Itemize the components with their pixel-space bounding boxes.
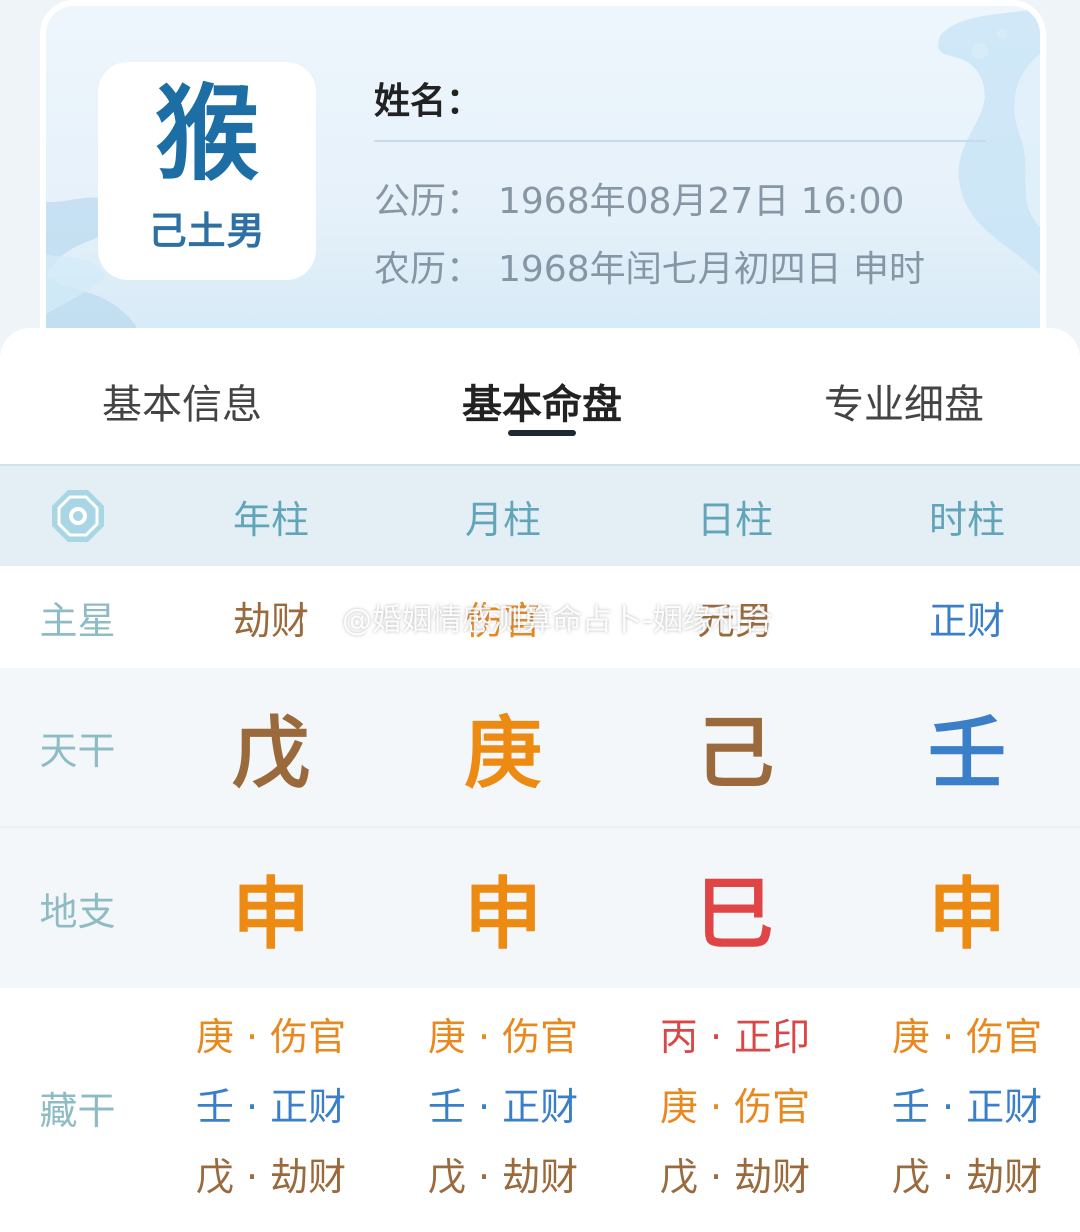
pillar-header-row: 年柱 月柱 日柱 时柱 (0, 464, 1080, 566)
hidden-stem-item: 壬 · 正财 (195, 1085, 347, 1129)
hidden-stems-month: 庚 · 伤官 壬 · 正财 戊 · 劫财 (428, 1017, 578, 1197)
hidden-stem-item: 丙 · 正印 (659, 1015, 811, 1059)
profile-info: 姓名： 公历： 1968年08月27日 16:00 农历： 1968年闰七月初四… (374, 72, 986, 300)
heavenly-stem-row: 天干 戊 庚 己 壬 (0, 668, 1080, 828)
hidden-stems-hour: 庚 · 伤官 壬 · 正财 戊 · 劫财 (892, 1017, 1042, 1197)
hidden-stems-day: 丙 · 正印 庚 · 伤官 戊 · 劫财 (660, 1017, 810, 1197)
solar-date-row: 公历： 1968年08月27日 16:00 (374, 164, 986, 232)
hidden-stem-item: 戊 · 劫财 (659, 1155, 811, 1199)
heavenly-stem-day: 己 (695, 709, 774, 799)
lunar-label: 农历： (374, 249, 483, 290)
hidden-stems-row: 藏干 庚 · 伤官 壬 · 正财 戊 · 劫财 庚 · 伤官 壬 · 正财 戊 … (0, 988, 1080, 1226)
zodiac-char: 猴 (154, 72, 259, 195)
row-label-earthly-branch: 地支 (39, 889, 116, 934)
heavenly-stem-month: 庚 (463, 709, 542, 799)
bazi-grid: 年柱 月柱 日柱 时柱 主星 劫财 伤官 元男 正财 天干 戊 庚 己 壬 地支… (0, 464, 1080, 1226)
hidden-stem-item: 戊 · 劫财 (427, 1155, 579, 1199)
lunar-date-row: 农历： 1968年闰七月初四日 申时 (374, 232, 986, 300)
hidden-stem-item: 庚 · 伤官 (195, 1015, 347, 1059)
heavenly-stem-hour: 壬 (927, 709, 1006, 799)
bagua-icon (51, 490, 104, 542)
name-row: 姓名： (374, 72, 986, 142)
main-star-day: 元男 (696, 598, 773, 643)
hidden-stem-item: 戊 · 劫财 (195, 1155, 347, 1199)
hidden-stem-item: 庚 · 伤官 (891, 1015, 1043, 1059)
row-label-heavenly-stem: 天干 (39, 728, 116, 773)
main-star-hour: 正财 (928, 598, 1005, 643)
row-label-hidden-stems: 藏干 (39, 1088, 116, 1133)
solar-label: 公历： (374, 181, 483, 222)
main-star-row: 主星 劫财 伤官 元男 正财 (0, 566, 1080, 668)
profile-card: 猴 己土男 姓名： 公历： 1968年08月27日 16:00 农历： 1968… (46, 6, 1040, 366)
hidden-stem-item: 戊 · 劫财 (891, 1155, 1043, 1199)
pillar-hour-header: 时柱 (928, 497, 1005, 542)
lunar-value: 1968年闰七月初四日 申时 (498, 249, 926, 290)
earthly-branch-row: 地支 申 申 巳 申 (0, 828, 1080, 988)
earthly-branch-month: 申 (463, 870, 542, 960)
zodiac-avatar: 猴 己土男 (98, 62, 316, 280)
tab-professional-chart[interactable]: 专业细盘 (824, 372, 984, 430)
pillar-month-header: 月柱 (464, 497, 541, 542)
solar-value: 1968年08月27日 16:00 (498, 181, 905, 222)
hidden-stem-item: 庚 · 伤官 (659, 1085, 811, 1129)
heavenly-stem-year: 戊 (231, 709, 310, 799)
element-gender: 己土男 (148, 208, 266, 253)
main-star-month: 伤官 (464, 598, 541, 643)
earthly-branch-day: 巳 (695, 870, 774, 960)
tab-basic-info[interactable]: 基本信息 (102, 372, 262, 430)
pillar-day-header: 日柱 (696, 497, 773, 542)
hidden-stems-year: 庚 · 伤官 壬 · 正财 戊 · 劫财 (196, 1017, 346, 1197)
hidden-stem-item: 壬 · 正财 (891, 1085, 1043, 1129)
row-label-main-star: 主星 (39, 598, 116, 643)
active-tab-indicator (508, 430, 576, 436)
earthly-branch-hour: 申 (927, 870, 1006, 960)
chart-panel: 基本信息 基本命盘 专业细盘 年柱 月柱 日柱 时柱 主星 劫财 伤官 元男 正… (0, 328, 1080, 1232)
earthly-branch-year: 申 (231, 870, 310, 960)
pillar-year-header: 年柱 (232, 497, 309, 542)
hidden-stem-item: 壬 · 正财 (427, 1085, 579, 1129)
tab-bar: 基本信息 基本命盘 专业细盘 (0, 328, 1080, 464)
hidden-stem-item: 庚 · 伤官 (427, 1015, 579, 1059)
name-label: 姓名： (374, 81, 483, 122)
main-star-year: 劫财 (232, 598, 309, 643)
tab-basic-chart[interactable]: 基本命盘 (462, 372, 622, 430)
